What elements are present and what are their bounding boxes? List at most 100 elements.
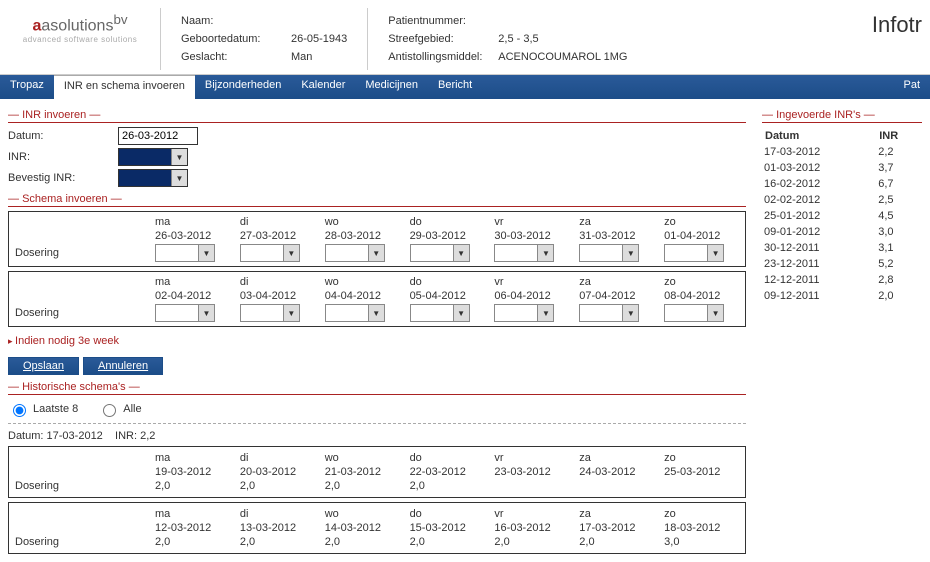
hist-inr-val: 2,2: [140, 430, 155, 442]
day-label: zo: [664, 216, 739, 228]
dose-select[interactable]: ▼: [494, 304, 554, 322]
day-label: wo: [325, 451, 400, 465]
dose-select[interactable]: ▼: [155, 244, 215, 262]
logo-text: asolutions: [41, 17, 113, 34]
dose-select[interactable]: ▼: [240, 244, 300, 262]
day-label: za: [579, 276, 654, 288]
dose-select[interactable]: ▼: [410, 304, 470, 322]
tab-tropaz[interactable]: Tropaz: [0, 75, 54, 99]
divider: [8, 423, 746, 424]
day-label: ma: [155, 216, 230, 228]
dose-select[interactable]: ▼: [325, 244, 385, 262]
dosering-label: Dosering: [15, 307, 145, 319]
date-label: 06-04-2012: [494, 290, 569, 302]
day-label: zo: [664, 507, 739, 521]
inr-value: 2,0: [878, 289, 920, 303]
day-label: wo: [325, 216, 400, 228]
inr-date: 02-02-2012: [764, 193, 876, 207]
dropdown-arrow-icon: ▼: [453, 245, 469, 261]
patientnummer-label: Patientnummer:: [388, 12, 498, 30]
dropdown-arrow-icon: ▼: [171, 149, 187, 165]
datum-input[interactable]: [118, 127, 198, 145]
brand-right: Infotr: [864, 8, 930, 70]
dose-select[interactable]: ▼: [155, 304, 215, 322]
link-3e-week[interactable]: Indien nodig 3e week: [8, 335, 119, 347]
inr-value: 6,7: [878, 177, 920, 191]
historic-row2: ma di wo do vr za zo 12-03-2012 13-03-20…: [8, 502, 746, 554]
dose-select[interactable]: ▼: [579, 244, 639, 262]
geslacht-value: Man: [291, 51, 312, 63]
dose-select[interactable]: ▼: [664, 304, 724, 322]
dose-value: 2,0: [325, 479, 400, 493]
patient-info-col2: Patientnummer: Streefgebied:2,5 - 3,5 An…: [367, 8, 647, 70]
dropdown-arrow-icon: ▼: [707, 305, 723, 321]
opslaan-button[interactable]: Opslaan: [8, 357, 79, 375]
date-label: 19-03-2012: [155, 465, 230, 479]
streefgebied-value: 2,5 - 3,5: [498, 33, 538, 45]
dose-value: 2,0: [410, 479, 485, 493]
day-label: ma: [155, 507, 230, 521]
inr-value: 5,2: [878, 257, 920, 271]
table-row: 30-12-20113,1: [764, 241, 920, 255]
inr-date: 30-12-2011: [764, 241, 876, 255]
antistolling-value: ACENOCOUMAROL 1MG: [498, 51, 627, 63]
dose-select[interactable]: ▼: [494, 244, 554, 262]
naam-label: Naam:: [181, 12, 291, 30]
date-label: 12-03-2012: [155, 521, 230, 535]
day-label: di: [240, 451, 315, 465]
date-label: 28-03-2012: [325, 230, 400, 242]
inr-value: 2,8: [878, 273, 920, 287]
bevestig-inr-select[interactable]: ▼: [118, 169, 188, 187]
tab-kalender[interactable]: Kalender: [291, 75, 355, 99]
inr-value: 4,5: [878, 209, 920, 223]
logo-sup: bv: [113, 12, 127, 27]
inr-select[interactable]: ▼: [118, 148, 188, 166]
bevestig-inr-label: Bevestig INR:: [8, 172, 118, 184]
table-row: 09-01-20123,0: [764, 225, 920, 239]
radio-laatste8-input[interactable]: [13, 404, 26, 417]
date-label: 07-04-2012: [579, 290, 654, 302]
day-label: zo: [664, 451, 739, 465]
dropdown-arrow-icon: ▼: [283, 305, 299, 321]
table-row: 16-02-20126,7: [764, 177, 920, 191]
dropdown-arrow-icon: ▼: [537, 245, 553, 261]
date-label: 13-03-2012: [240, 521, 315, 535]
day-label: di: [240, 507, 315, 521]
dropdown-arrow-icon: ▼: [622, 245, 638, 261]
dose-select[interactable]: ▼: [579, 304, 639, 322]
table-row: 01-03-20123,7: [764, 161, 920, 175]
dose-select[interactable]: ▼: [410, 244, 470, 262]
tab-right[interactable]: Pat: [893, 75, 930, 99]
table-row: 25-01-20124,5: [764, 209, 920, 223]
radio-laatste8[interactable]: Laatste 8: [8, 401, 78, 417]
day-label: vr: [494, 451, 569, 465]
day-label: ma: [155, 451, 230, 465]
inr-date: 17-03-2012: [764, 145, 876, 159]
dose-select[interactable]: ▼: [664, 244, 724, 262]
date-label: 18-03-2012: [664, 521, 739, 535]
dropdown-arrow-icon: ▼: [707, 245, 723, 261]
tab-bijzonderheden[interactable]: Bijzonderheden: [195, 75, 291, 99]
day-label: di: [240, 216, 315, 228]
dose-value: [494, 479, 569, 493]
tab-inr-schema[interactable]: INR en schema invoeren: [54, 75, 195, 99]
section-historische: Historische schema's: [8, 381, 746, 395]
inr-label: INR:: [8, 151, 118, 163]
annuleren-button[interactable]: Annuleren: [83, 357, 163, 375]
day-label: za: [579, 216, 654, 228]
section-ingevoerde-inr: Ingevoerde INR's: [762, 109, 922, 123]
date-label: 29-03-2012: [410, 230, 485, 242]
logo: aasolutionsbv advanced software solution…: [0, 8, 160, 70]
dropdown-arrow-icon: ▼: [368, 305, 384, 321]
tab-medicijnen[interactable]: Medicijnen: [355, 75, 428, 99]
tab-bericht[interactable]: Bericht: [428, 75, 482, 99]
radio-alle[interactable]: Alle: [98, 401, 141, 417]
inr-value: 2,5: [878, 193, 920, 207]
table-row: 17-03-20122,2: [764, 145, 920, 159]
dose-select[interactable]: ▼: [325, 304, 385, 322]
table-row: 12-12-20112,8: [764, 273, 920, 287]
date-label: 27-03-2012: [240, 230, 315, 242]
dose-value: [664, 479, 739, 493]
dose-select[interactable]: ▼: [240, 304, 300, 322]
radio-alle-input[interactable]: [103, 404, 116, 417]
